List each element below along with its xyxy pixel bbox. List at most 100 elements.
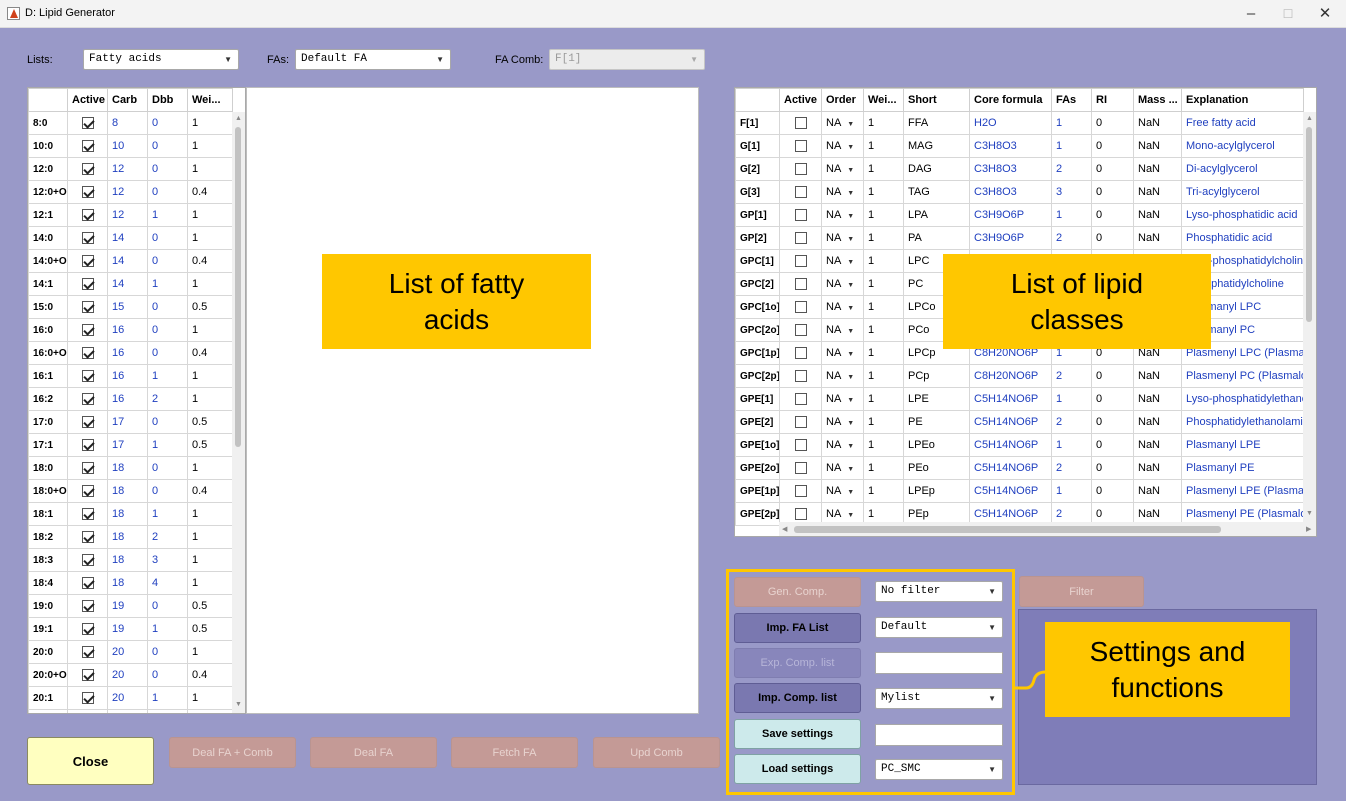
active-cell[interactable] xyxy=(67,686,108,710)
lipid-header-active[interactable]: Active xyxy=(779,88,822,112)
checkbox-checked-icon[interactable] xyxy=(81,347,94,360)
order-cell[interactable]: NA ▼ xyxy=(821,456,864,480)
ri-cell[interactable]: 0 xyxy=(1091,226,1134,250)
checkbox-checked-icon[interactable] xyxy=(81,255,94,268)
imp-fa-list-button[interactable]: Imp. FA List xyxy=(734,613,861,643)
mass-cell[interactable]: NaN xyxy=(1133,433,1182,457)
active-cell[interactable] xyxy=(67,548,108,572)
order-cell[interactable]: NA ▼ xyxy=(821,203,864,227)
active-cell[interactable] xyxy=(67,479,108,503)
carb-cell[interactable]: 19 xyxy=(107,617,148,641)
lipid-header-core-formula[interactable]: Core formula xyxy=(969,88,1052,112)
order-cell[interactable]: NA ▼ xyxy=(821,226,864,250)
lipid-header-mass[interactable]: Mass ... xyxy=(1133,88,1182,112)
dbb-cell[interactable]: 1 xyxy=(147,272,188,296)
carb-cell[interactable]: 12 xyxy=(107,203,148,227)
explanation-cell[interactable]: Phosphatidic acid xyxy=(1181,226,1304,250)
active-cell[interactable] xyxy=(779,364,822,388)
order-cell[interactable]: NA ▼ xyxy=(821,249,864,273)
dbb-cell[interactable]: 4 xyxy=(147,571,188,595)
fa-list-dropdown[interactable]: Default ▼ xyxy=(875,617,1003,638)
weight-cell[interactable]: 1 xyxy=(187,640,233,664)
checkbox-unchecked-icon[interactable] xyxy=(794,301,807,314)
checkbox-unchecked-icon[interactable] xyxy=(794,163,807,176)
weight-cell[interactable]: 0.5 xyxy=(187,295,233,319)
active-cell[interactable] xyxy=(67,709,108,713)
formula-cell[interactable]: C3H8O3 xyxy=(969,134,1052,158)
active-cell[interactable] xyxy=(67,571,108,595)
fas-cell[interactable]: 2 xyxy=(1051,364,1092,388)
checkbox-unchecked-icon[interactable] xyxy=(794,117,807,130)
checkbox-checked-icon[interactable] xyxy=(81,301,94,314)
weight-cell[interactable]: 0.4 xyxy=(187,341,233,365)
mass-cell[interactable]: NaN xyxy=(1133,479,1182,503)
checkbox-unchecked-icon[interactable] xyxy=(794,209,807,222)
active-cell[interactable] xyxy=(779,272,822,296)
active-cell[interactable] xyxy=(67,134,108,158)
ri-cell[interactable]: 0 xyxy=(1091,456,1134,480)
explanation-cell[interactable]: Di-acylglycerol xyxy=(1181,157,1304,181)
active-cell[interactable] xyxy=(67,318,108,342)
short-cell[interactable]: PCp xyxy=(903,364,970,388)
dbb-cell[interactable]: 0 xyxy=(147,318,188,342)
order-cell[interactable]: NA ▼ xyxy=(821,272,864,296)
checkbox-unchecked-icon[interactable] xyxy=(794,186,807,199)
dbb-cell[interactable]: 0 xyxy=(147,134,188,158)
carb-cell[interactable]: 18 xyxy=(107,502,148,526)
lipid-header-order[interactable]: Order xyxy=(821,88,864,112)
formula-cell[interactable]: C5H14NO6P xyxy=(969,433,1052,457)
dbb-cell[interactable]: 0 xyxy=(147,594,188,618)
fa-comb-dropdown[interactable]: F[1] ▼ xyxy=(549,49,705,70)
carb-cell[interactable]: 18 xyxy=(107,479,148,503)
weight-cell[interactable]: 1 xyxy=(863,479,904,503)
carb-cell[interactable]: 18 xyxy=(107,456,148,480)
active-cell[interactable] xyxy=(67,249,108,273)
carb-cell[interactable]: 16 xyxy=(107,387,148,411)
short-cell[interactable]: PA xyxy=(903,226,970,250)
dbb-cell[interactable]: 1 xyxy=(147,617,188,641)
dbb-cell[interactable]: 0 xyxy=(147,180,188,204)
dbb-cell[interactable]: 2 xyxy=(147,709,188,713)
ri-cell[interactable]: 0 xyxy=(1091,157,1134,181)
lipid-header-weight[interactable]: Wei... xyxy=(863,88,904,112)
active-cell[interactable] xyxy=(779,433,822,457)
scroll-up-icon[interactable]: ▲ xyxy=(235,115,242,122)
active-cell[interactable] xyxy=(67,226,108,250)
checkbox-unchecked-icon[interactable] xyxy=(794,393,807,406)
fas-cell[interactable]: 3 xyxy=(1051,180,1092,204)
checkbox-checked-icon[interactable] xyxy=(81,163,94,176)
order-cell[interactable]: NA ▼ xyxy=(821,157,864,181)
ri-cell[interactable]: 0 xyxy=(1091,479,1134,503)
carb-cell[interactable]: 18 xyxy=(107,548,148,572)
fetch-fa-button[interactable]: Fetch FA xyxy=(451,737,578,768)
weight-cell[interactable]: 1 xyxy=(187,364,233,388)
weight-cell[interactable]: 1 xyxy=(187,111,233,135)
comp-list-dropdown[interactable]: Mylist ▼ xyxy=(875,688,1003,709)
fas-cell[interactable]: 2 xyxy=(1051,226,1092,250)
dbb-cell[interactable]: 1 xyxy=(147,502,188,526)
fa-scroll-thumb[interactable] xyxy=(235,127,241,447)
fas-cell[interactable]: 2 xyxy=(1051,456,1092,480)
exp-comp-list-button[interactable]: Exp. Comp. list xyxy=(734,648,861,678)
ri-cell[interactable]: 0 xyxy=(1091,203,1134,227)
weight-cell[interactable]: 0.5 xyxy=(187,617,233,641)
carb-cell[interactable]: 18 xyxy=(107,525,148,549)
scroll-left-icon[interactable]: ◀ xyxy=(782,525,787,533)
checkbox-unchecked-icon[interactable] xyxy=(794,416,807,429)
weight-cell[interactable]: 1 xyxy=(863,318,904,342)
short-cell[interactable]: FFA xyxy=(903,111,970,135)
active-cell[interactable] xyxy=(67,617,108,641)
weight-cell[interactable]: 1 xyxy=(863,387,904,411)
weight-cell[interactable]: 1 xyxy=(187,272,233,296)
explanation-cell[interactable]: Free fatty acid xyxy=(1181,111,1304,135)
fa-table-scrollbar[interactable]: ▲ ▼ xyxy=(232,112,245,713)
checkbox-unchecked-icon[interactable] xyxy=(794,255,807,268)
checkbox-checked-icon[interactable] xyxy=(81,186,94,199)
active-cell[interactable] xyxy=(67,456,108,480)
weight-cell[interactable]: 1 xyxy=(187,318,233,342)
checkbox-checked-icon[interactable] xyxy=(81,485,94,498)
weight-cell[interactable]: 1 xyxy=(187,456,233,480)
weight-cell[interactable]: 0.4 xyxy=(187,479,233,503)
scroll-down-icon[interactable]: ▼ xyxy=(235,701,242,708)
checkbox-checked-icon[interactable] xyxy=(81,393,94,406)
